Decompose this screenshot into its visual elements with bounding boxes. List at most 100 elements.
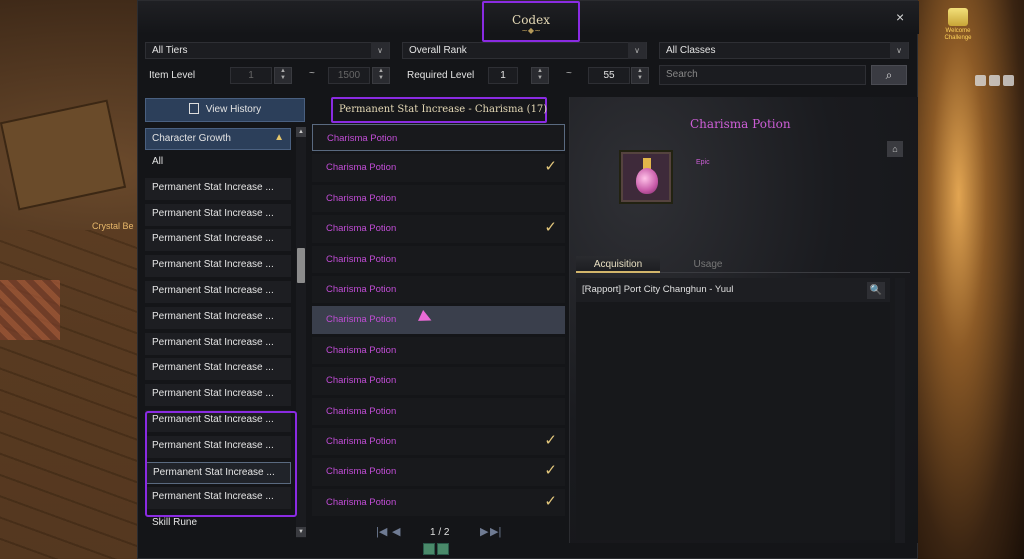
check-icon: ✓ bbox=[544, 492, 557, 510]
category-item[interactable]: Permanent Stat Increase ... bbox=[145, 203, 291, 226]
item-row[interactable]: Charisma Potion ✓ bbox=[312, 488, 565, 517]
next-page-icon[interactable]: ▶ bbox=[480, 525, 488, 538]
category-item[interactable]: Permanent Stat Increase ... bbox=[145, 332, 291, 355]
potion-icon bbox=[621, 152, 671, 202]
required-level-max-stepper[interactable]: ▲ ▼ bbox=[631, 67, 649, 84]
item-row[interactable]: Charisma Potion bbox=[312, 245, 565, 273]
acquisition-row[interactable]: [Rapport] Port City Changhun - Yuul bbox=[576, 278, 890, 302]
chevron-down-icon: ∨ bbox=[628, 42, 646, 59]
chevron-down-icon: ∨ bbox=[890, 42, 908, 59]
category-header[interactable]: Character Growth ▲ bbox=[145, 128, 291, 150]
item-name: Charisma Potion bbox=[327, 133, 398, 144]
potion-bottle bbox=[636, 168, 658, 194]
check-icon: ✓ bbox=[544, 158, 557, 176]
close-icon[interactable]: × bbox=[896, 9, 904, 25]
window-title: Codex ~◆~ bbox=[482, 1, 580, 42]
scroll-up-icon[interactable]: ▲ bbox=[296, 127, 306, 137]
home-icon[interactable]: ⌂ bbox=[887, 141, 903, 157]
item-row-hovered[interactable]: Charisma Potion bbox=[312, 306, 565, 334]
item-name: Charisma Potion bbox=[326, 283, 397, 295]
codex-window: Codex ~◆~ × All Tiers ∨ Overall Rank ∨ A… bbox=[137, 0, 919, 559]
search-input[interactable]: Search bbox=[659, 65, 866, 85]
tab-acquisition[interactable]: Acquisition bbox=[576, 256, 660, 273]
item-name: Charisma Potion bbox=[326, 223, 397, 235]
item-level-max-stepper[interactable]: ▲ ▼ bbox=[372, 67, 390, 84]
item-row[interactable]: Charisma Potion bbox=[312, 367, 565, 395]
status-icon[interactable] bbox=[423, 543, 435, 555]
item-name: Charisma Potion bbox=[326, 496, 397, 508]
tier-dropdown[interactable]: All Tiers ∨ bbox=[145, 42, 390, 59]
view-history-button[interactable]: View History bbox=[145, 98, 305, 122]
item-name: Charisma Potion bbox=[326, 375, 397, 387]
item-row[interactable]: Charisma Potion bbox=[312, 124, 565, 152]
rarity-label: Epic bbox=[696, 159, 710, 166]
item-row[interactable]: Charisma Potion ✓ bbox=[312, 154, 565, 182]
search-button[interactable]: ⌕ bbox=[871, 65, 907, 85]
welcome-challenge-button[interactable]: Welcome Challenge bbox=[938, 8, 978, 42]
item-level-min-stepper[interactable]: ▲ ▼ bbox=[274, 67, 292, 84]
item-row[interactable]: Charisma Potion ✓ bbox=[312, 427, 565, 456]
item-level-max-input[interactable]: 1500 bbox=[328, 67, 370, 84]
bottom-icons bbox=[423, 543, 449, 555]
category-item[interactable]: Permanent Stat Increase ... bbox=[145, 229, 291, 252]
category-item[interactable]: Permanent Stat Increase ... bbox=[145, 177, 291, 200]
item-row[interactable]: Charisma Potion ✓ bbox=[312, 215, 565, 243]
rank-dropdown[interactable]: Overall Rank ∨ bbox=[402, 42, 647, 59]
class-dropdown[interactable]: All Classes ∨ bbox=[659, 42, 909, 59]
item-row[interactable]: Charisma Potion ✓ bbox=[312, 458, 565, 486]
category-item[interactable]: Permanent Stat Increase ... bbox=[145, 358, 291, 381]
category-scroll-thumb[interactable] bbox=[297, 248, 305, 283]
required-level-label: Required Level bbox=[407, 70, 475, 81]
item-name: Charisma Potion bbox=[326, 466, 397, 478]
category-item[interactable]: Permanent Stat Increase ... bbox=[145, 384, 291, 407]
search-icon[interactable]: 🔍 bbox=[867, 282, 885, 299]
detail-tabs: Acquisition Usage bbox=[576, 256, 910, 273]
rank-dropdown-value: Overall Rank bbox=[409, 45, 467, 56]
highlight-box bbox=[145, 411, 297, 517]
item-name: Charisma Potion bbox=[326, 344, 397, 356]
side-buttons bbox=[975, 75, 1014, 86]
category-item[interactable]: Permanent Stat Increase ... bbox=[145, 255, 291, 278]
required-level-range-separator: ~ bbox=[566, 68, 572, 79]
item-row[interactable]: Charisma Potion bbox=[312, 336, 565, 365]
item-row[interactable]: Charisma Potion bbox=[312, 397, 565, 425]
required-level-max-input[interactable]: 55 bbox=[588, 67, 630, 84]
item-name: Charisma Potion bbox=[326, 435, 397, 447]
background-table bbox=[0, 99, 127, 211]
category-scrollbar[interactable] bbox=[296, 128, 306, 538]
view-history-label: View History bbox=[205, 104, 262, 115]
acquisition-scrollbar[interactable] bbox=[895, 278, 905, 543]
class-dropdown-value: All Classes bbox=[666, 45, 716, 56]
item-name: Charisma Potion bbox=[326, 192, 397, 204]
history-icon bbox=[188, 103, 199, 114]
item-level-range-separator: ~ bbox=[309, 68, 315, 79]
crystal-label: Crystal Be bbox=[92, 221, 134, 231]
item-detail-title: Charisma Potion bbox=[690, 117, 791, 131]
item-level-min-input[interactable]: 1 bbox=[230, 67, 272, 84]
arrow-icon[interactable] bbox=[1003, 75, 1014, 86]
item-name: Charisma Potion bbox=[326, 405, 397, 417]
required-level-min-input[interactable]: 1 bbox=[488, 67, 518, 84]
required-level-min-stepper[interactable]: ▲ ▼ bbox=[531, 67, 549, 84]
item-row[interactable]: Charisma Potion bbox=[312, 275, 565, 304]
title-ornament: ~◆~ bbox=[521, 26, 541, 35]
page-indicator: 1 / 2 bbox=[430, 527, 450, 538]
house-icon[interactable] bbox=[975, 75, 986, 86]
item-row[interactable]: Charisma Potion bbox=[312, 184, 565, 213]
last-page-icon[interactable]: ▶| bbox=[490, 525, 501, 538]
category-header-label: Character Growth bbox=[152, 133, 231, 144]
window-title-text: Codex bbox=[512, 13, 550, 27]
item-list: Charisma Potion Charisma Potion ✓ Charism… bbox=[312, 124, 565, 519]
scroll-down-icon[interactable]: ▼ bbox=[296, 527, 306, 537]
first-page-icon[interactable]: |◀ bbox=[376, 525, 387, 538]
category-item-all[interactable]: All bbox=[145, 152, 291, 174]
prev-page-icon[interactable]: ◀ bbox=[392, 525, 400, 538]
check-icon: ✓ bbox=[544, 462, 557, 480]
category-item[interactable]: Permanent Stat Increase ... bbox=[145, 306, 291, 329]
check-icon: ✓ bbox=[544, 219, 557, 237]
tab-usage[interactable]: Usage bbox=[666, 256, 750, 273]
menu-icon[interactable] bbox=[989, 75, 1000, 86]
status-icon[interactable] bbox=[437, 543, 449, 555]
list-header: Permanent Stat Increase - Charisma (17) bbox=[331, 97, 547, 123]
category-item[interactable]: Permanent Stat Increase ... bbox=[145, 280, 291, 303]
